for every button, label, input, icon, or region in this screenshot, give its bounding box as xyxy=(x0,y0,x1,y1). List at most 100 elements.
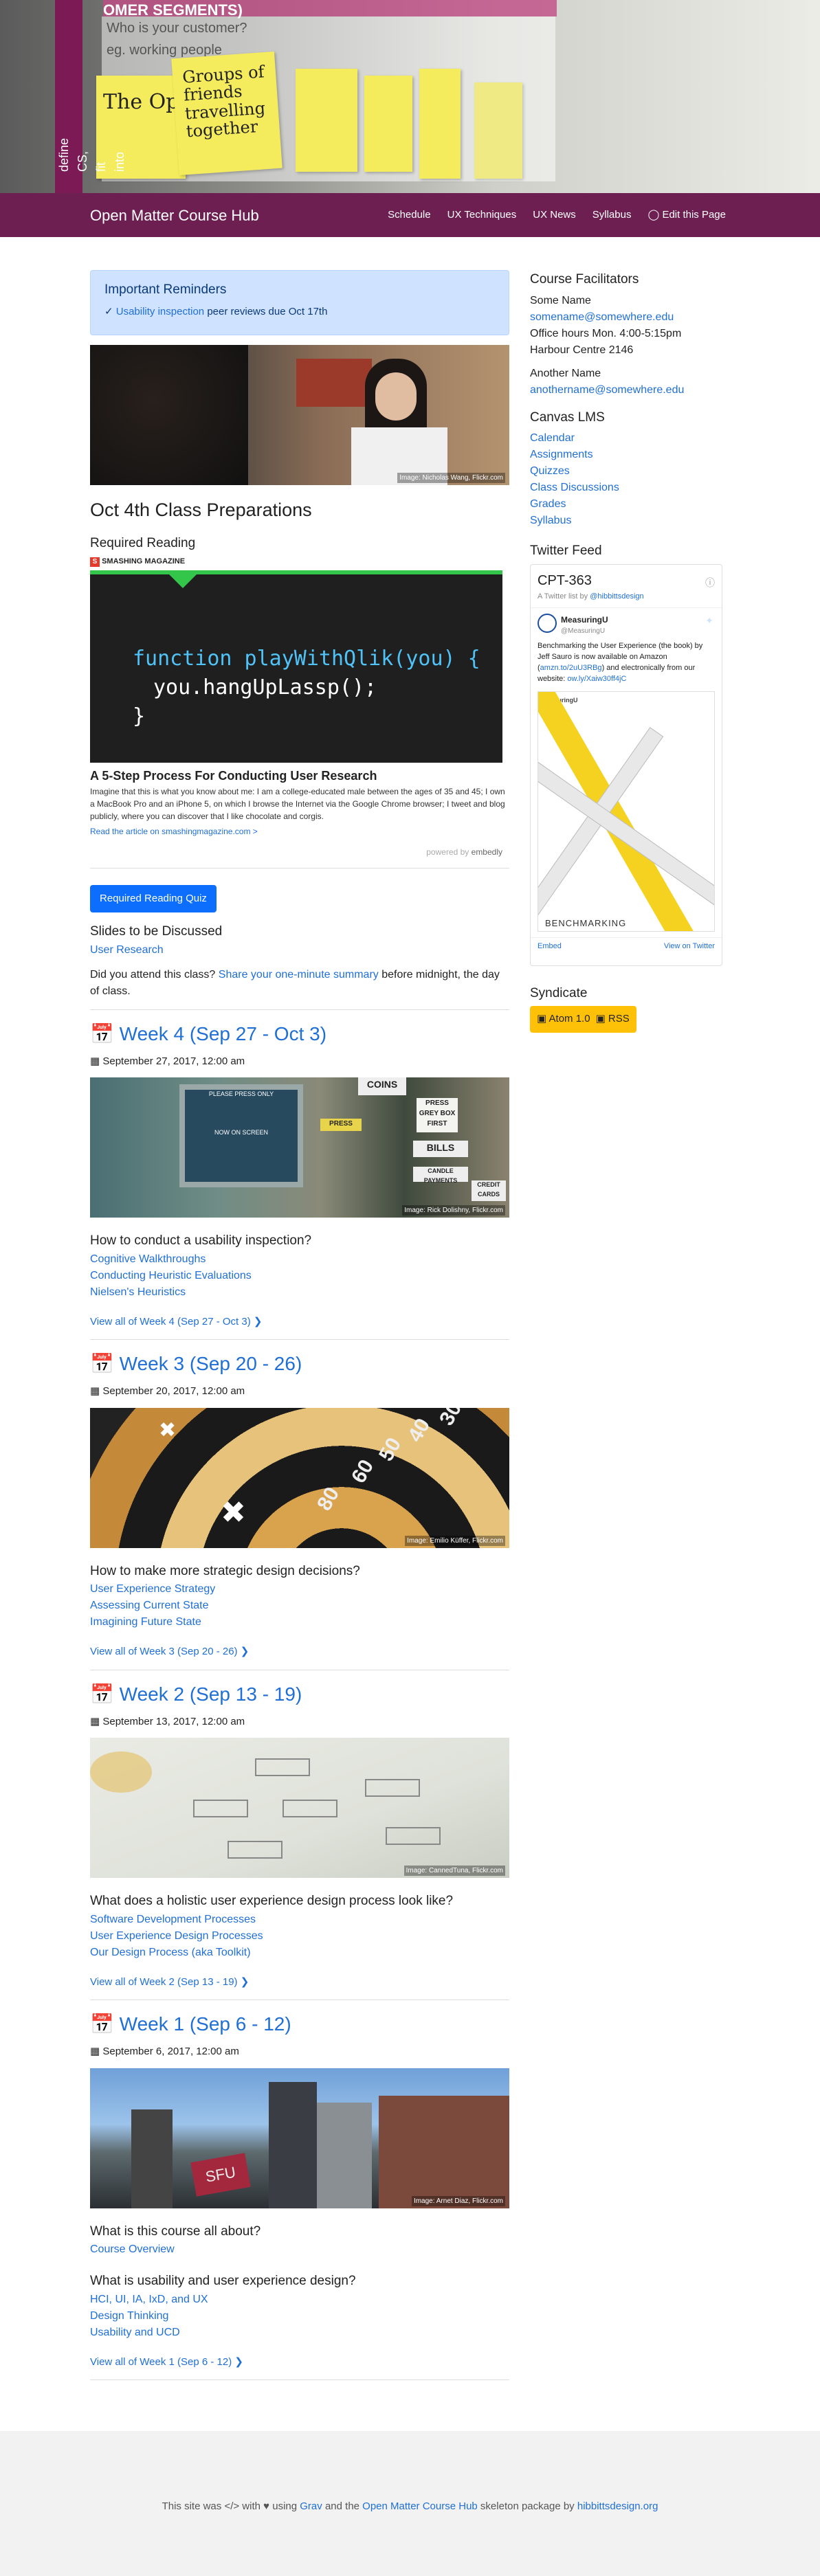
sign-candle-payments: CANDLE PAYMENTS xyxy=(413,1167,468,1184)
week-3-links: User Experience Strategy Assessing Curre… xyxy=(90,1581,509,1631)
week-4-link-1[interactable]: Cognitive Walkthroughs xyxy=(90,1251,509,1268)
week-2-link-2[interactable]: User Experience Design Processes xyxy=(90,1928,509,1945)
twitter-list-title: CPT-363 xyxy=(538,572,592,588)
week-1-question-2: What is usability and user experience de… xyxy=(90,2274,356,2288)
divider xyxy=(90,1339,509,1340)
week-1-link-2[interactable]: HCI, UI, IA, IxD, and UX xyxy=(90,2292,509,2308)
tweet-image[interactable]: MeasuringU BENCHMARKING xyxy=(538,691,715,932)
week-2-view-all[interactable]: View all of Week 2 (Sep 13 - 19) ❯ xyxy=(90,1975,509,1991)
tweet-author-names: MeasuringU @MeasuringU xyxy=(561,614,608,636)
reminders-title: Important Reminders xyxy=(104,282,227,297)
facilitator-2-name: Another Name xyxy=(530,367,601,379)
week-4-link-2[interactable]: Conducting Heuristic Evaluations xyxy=(90,1268,509,1284)
week-1-view-all[interactable]: View all of Week 1 (Sep 6 - 12) ❯ xyxy=(90,2355,509,2371)
article-image-notch xyxy=(169,574,197,588)
lms-grades[interactable]: Grades xyxy=(530,496,729,513)
hub-link[interactable]: Open Matter Course Hub xyxy=(362,2500,478,2512)
twitter-view-link[interactable]: View on Twitter xyxy=(664,941,715,952)
main-column: Important Reminders ✓ Usability inspecti… xyxy=(90,270,509,2390)
twitter-embed-link[interactable]: Embed xyxy=(538,941,562,952)
grav-link[interactable]: Grav xyxy=(300,2500,322,2512)
slides-heading: Slides to be Discussed xyxy=(90,924,223,939)
lms-calendar[interactable]: Calendar xyxy=(530,430,729,447)
twitter-list-sub-text: A Twitter list by xyxy=(538,592,588,601)
week-3-link-1[interactable]: User Experience Strategy xyxy=(90,1581,509,1598)
week-2-title[interactable]: 📅 Week 2 (Sep 13 - 19) xyxy=(90,1683,302,1705)
github-icon: ◯ xyxy=(647,209,660,221)
week-1-link-1[interactable]: Course Overview xyxy=(90,2241,509,2258)
lms-quizzes[interactable]: Quizzes xyxy=(530,463,729,480)
info-icon[interactable]: ⓘ xyxy=(705,576,715,590)
chevron-right-icon: ❯ xyxy=(234,2355,243,2368)
hibbitts-link[interactable]: hibbittsdesign.org xyxy=(577,2500,658,2512)
week-4-title-text: Week 4 (Sep 27 - Oct 3) xyxy=(119,1022,327,1044)
week-3-link-2[interactable]: Assessing Current State xyxy=(90,1598,509,1614)
lms-syllabus[interactable]: Syllabus xyxy=(530,513,729,529)
sign-credit-cards: CREDIT CARDS xyxy=(472,1180,506,1201)
divider xyxy=(90,2379,509,2380)
tweet-link-1[interactable]: amzn.to/2uU3RBg xyxy=(540,664,602,672)
office-location: Harbour Centre 2146 xyxy=(530,344,634,356)
twitter-list-owner[interactable]: @hibbittsdesign xyxy=(590,592,643,601)
rss-icon: ▣ xyxy=(595,1013,606,1024)
week-1-link-4[interactable]: Usability and UCD xyxy=(90,2325,509,2341)
hero-note-6 xyxy=(474,82,522,179)
article-link[interactable]: Read the article on smashingmagazine.com… xyxy=(90,825,509,838)
powered-by: powered by xyxy=(426,847,469,857)
nav-schedule[interactable]: Schedule xyxy=(388,208,431,223)
slides-link[interactable]: User Research xyxy=(90,942,509,959)
week-3-title-text: Week 3 (Sep 20 - 26) xyxy=(119,1353,302,1374)
navbar: Open Matter Course Hub Schedule UX Techn… xyxy=(0,193,820,237)
nav-ux-news[interactable]: UX News xyxy=(533,208,576,223)
divider xyxy=(90,1009,509,1010)
brand-link[interactable]: Open Matter Course Hub xyxy=(90,204,259,227)
diagram-box xyxy=(282,1800,337,1817)
avatar xyxy=(538,614,557,633)
week-3-view-all[interactable]: View all of Week 3 (Sep 20 - 26) ❯ xyxy=(90,1644,509,1660)
week-4-view-all[interactable]: View all of Week 4 (Sep 27 - Oct 3) ❯ xyxy=(90,1314,509,1330)
nav-edit-label: Edit this Page xyxy=(662,209,726,221)
atom-link[interactable]: ▣ Atom 1.0 xyxy=(537,1011,590,1027)
smashing-logo-icon: S xyxy=(90,557,100,567)
week-2-link-3[interactable]: Our Design Process (aka Toolkit) xyxy=(90,1945,509,1961)
chevron-right-icon: ❯ xyxy=(240,1646,250,1657)
tweet-link-2[interactable]: ow.ly/Xaiw30ff4jC xyxy=(567,675,626,683)
tweet-handle: @MeasuringU xyxy=(561,627,606,635)
week-3-photo: 80 60 50 40 30 ✖ ✖ Image: Emilio Küffer,… xyxy=(90,1407,509,1548)
hero-note-4 xyxy=(364,76,412,172)
diagram-box xyxy=(386,1827,441,1845)
class-photo: Image: Nicholas Wang, Flickr.com xyxy=(90,345,509,485)
summary-link[interactable]: Share your one-minute summary xyxy=(219,969,379,981)
nav-syllabus[interactable]: Syllabus xyxy=(592,208,632,223)
week-3-title[interactable]: 📅 Week 3 (Sep 20 - 26) xyxy=(90,1353,302,1374)
calendar-icon: 📅 xyxy=(90,2013,114,2035)
diagram-box xyxy=(255,1758,310,1776)
facilitator-1-email[interactable]: somename@somewhere.edu xyxy=(530,311,674,323)
week-1-question: What is this course all about? xyxy=(90,2224,261,2239)
magazine-label: S SMASHING MAGAZINE xyxy=(90,556,509,568)
reminders-alert: Important Reminders ✓ Usability inspecti… xyxy=(90,270,509,335)
dart-number-60: 60 xyxy=(347,1455,379,1487)
week-4-title[interactable]: 📅 Week 4 (Sep 27 - Oct 3) xyxy=(90,1023,326,1044)
week-1-link-3[interactable]: Design Thinking xyxy=(90,2308,509,2325)
week-4-photo: PLEASE PRESS ONLY NOW ON SCREEN COINS PR… xyxy=(90,1077,509,1218)
nav-edit-page[interactable]: ◯ Edit this Page xyxy=(647,208,726,223)
building xyxy=(269,2081,317,2208)
week-4-link-3[interactable]: Nielsen's Heuristics xyxy=(90,1284,509,1301)
lms-discussions[interactable]: Class Discussions xyxy=(530,480,729,496)
week-1-date-text: September 6, 2017, 12:00 am xyxy=(102,2046,239,2057)
week-2-link-1[interactable]: Software Development Processes xyxy=(90,1912,509,1928)
rss-link[interactable]: ▣ RSS xyxy=(596,1011,630,1027)
nav-ux-techniques[interactable]: UX Techniques xyxy=(447,208,517,223)
twitter-list-sub: A Twitter list by @hibbittsdesign xyxy=(538,591,715,603)
lms-assignments[interactable]: Assignments xyxy=(530,447,729,463)
week-3-link-3[interactable]: Imagining Future State xyxy=(90,1614,509,1631)
week-1-title[interactable]: 📅 Week 1 (Sep 6 - 12) xyxy=(90,2013,291,2035)
reminder-link[interactable]: Usability inspection xyxy=(116,306,204,317)
footer-text: This site was </> with ♥ using Grav and … xyxy=(0,2499,820,2515)
week-3-view-all-text: View all of Week 3 (Sep 20 - 26) xyxy=(90,1646,238,1657)
facilitator-2-email[interactable]: anothername@somewhere.edu xyxy=(530,384,684,396)
quiz-button[interactable]: Required Reading Quiz xyxy=(90,884,217,912)
week-2-section: 📅 Week 2 (Sep 13 - 19) ▦ September 13, 2… xyxy=(90,1680,509,1991)
reading-heading: Required Reading xyxy=(90,535,196,550)
